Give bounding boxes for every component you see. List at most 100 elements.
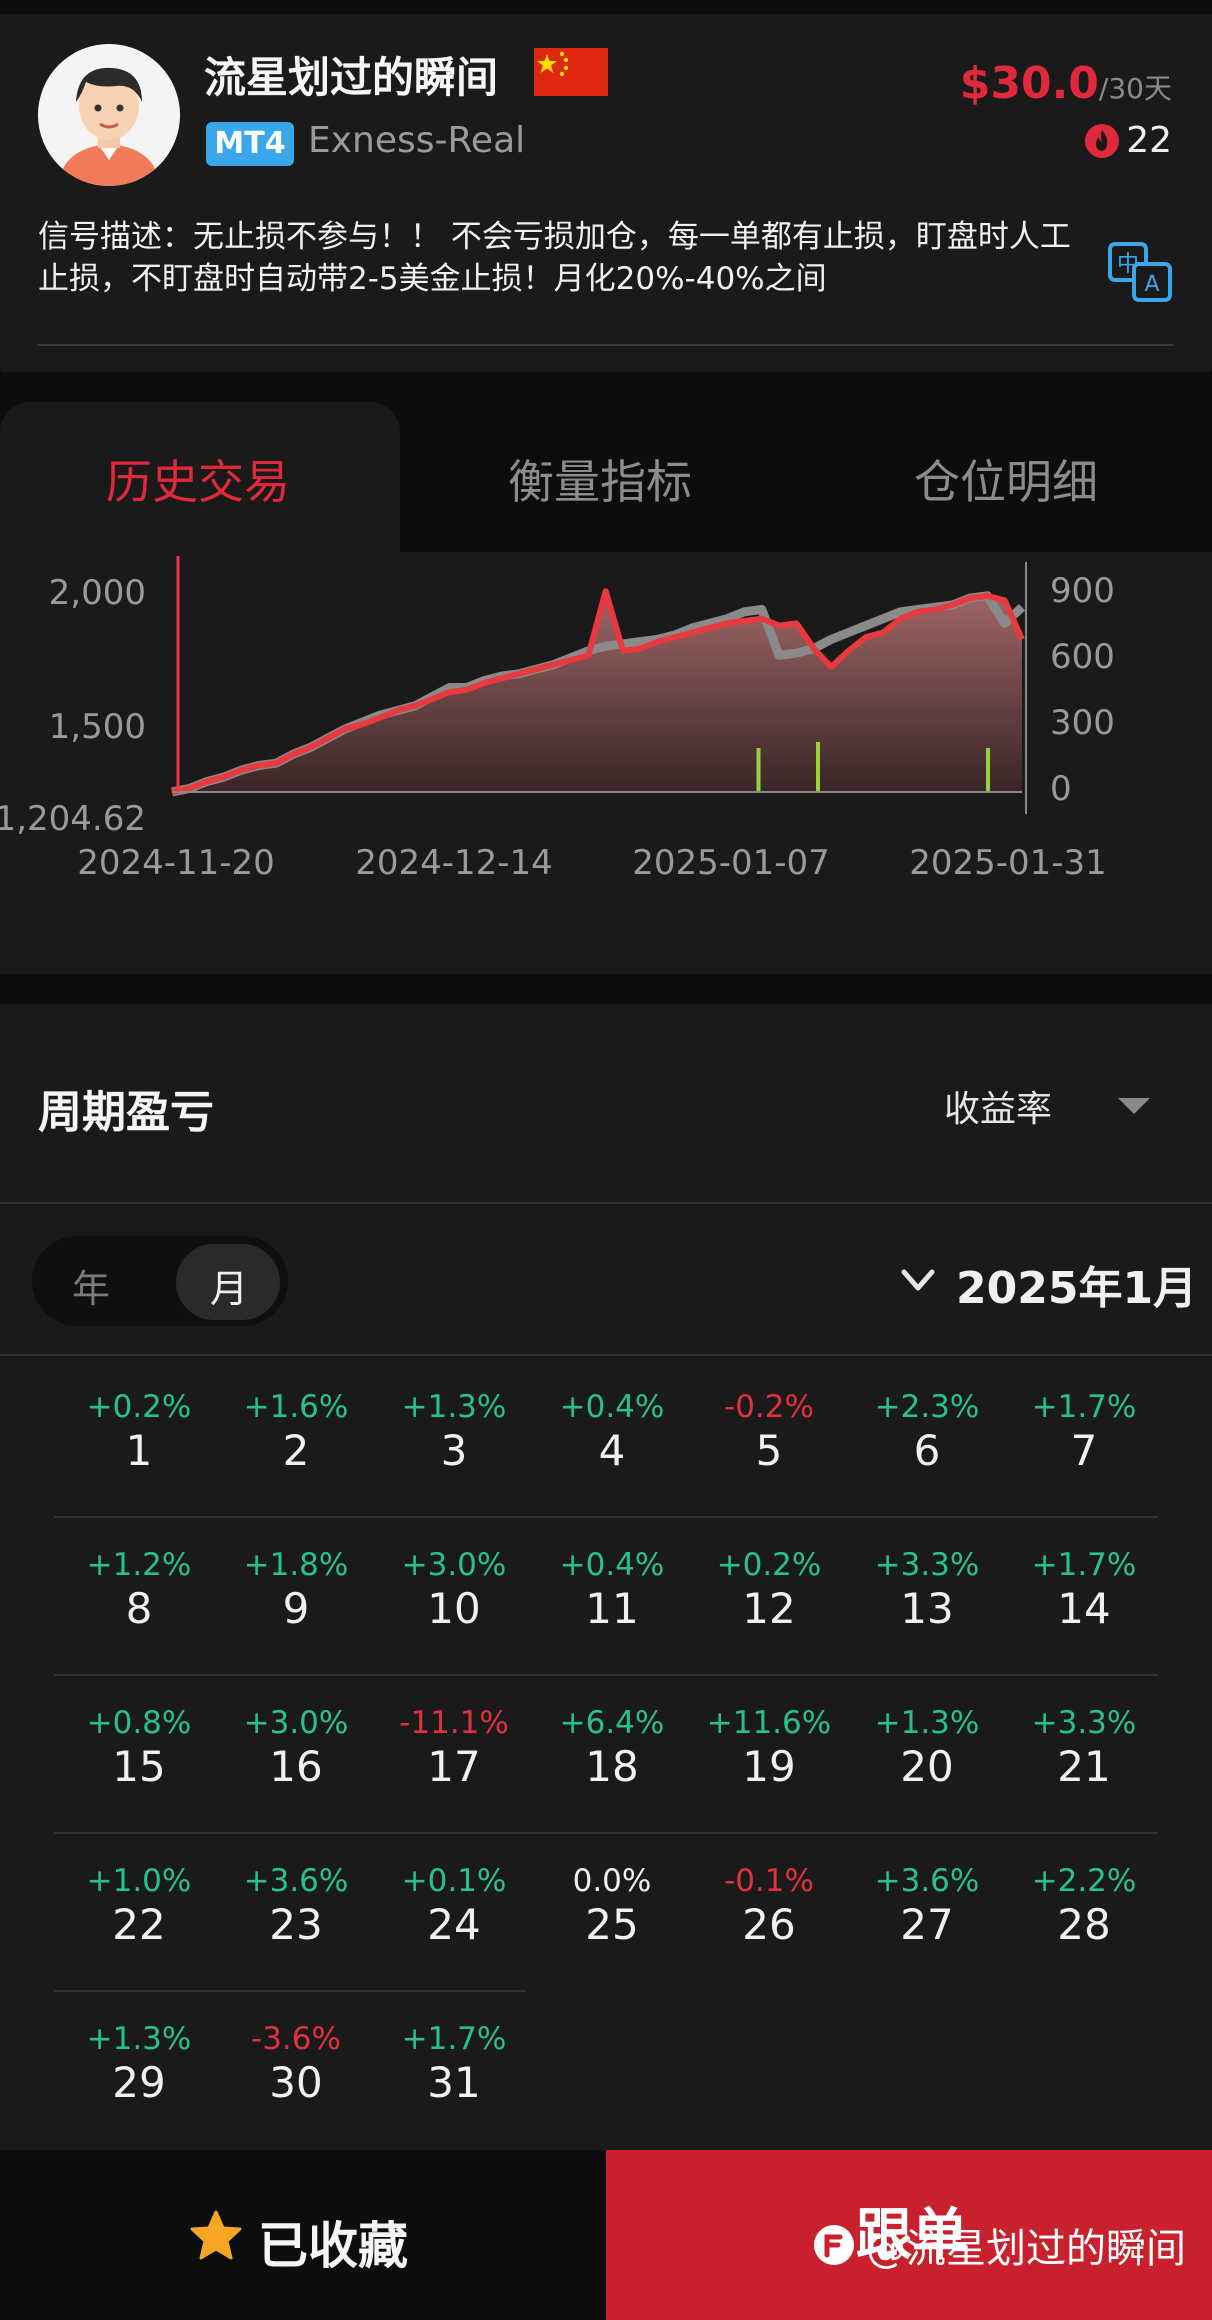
- day-number: 10: [427, 1584, 481, 1633]
- y-left-tick-label: 1,500: [49, 707, 146, 747]
- row-divider: [54, 1990, 526, 1992]
- calendar-day-cell[interactable]: +2.3% 6: [849, 1388, 1005, 1476]
- translate-icon[interactable]: 中 A: [1106, 240, 1174, 304]
- day-return: +6.4%: [559, 1705, 665, 1741]
- day-return: +1.3%: [874, 1705, 980, 1741]
- price-value: $30.0: [959, 58, 1099, 109]
- day-number: 22: [112, 1900, 166, 1949]
- day-number: 27: [900, 1900, 954, 1949]
- day-number: 15: [112, 1742, 166, 1791]
- tab-metrics[interactable]: 衡量指标: [508, 446, 692, 512]
- day-number: 16: [269, 1742, 323, 1791]
- calendar-day-cell[interactable]: +1.8% 9: [218, 1546, 374, 1634]
- row-divider: [54, 1832, 1158, 1834]
- day-number: 29: [112, 2058, 166, 2107]
- chevron-down-icon[interactable]: [898, 1260, 938, 1300]
- caret-down-icon[interactable]: [1118, 1098, 1150, 1114]
- svg-text:A: A: [1144, 272, 1159, 297]
- broker-name: Exness-Real: [308, 120, 526, 161]
- calendar-day-cell[interactable]: +3.6% 27: [849, 1862, 1005, 1950]
- calendar-day-cell[interactable]: +1.3% 20: [849, 1704, 1005, 1792]
- calendar-day-cell[interactable]: +1.7% 14: [1006, 1546, 1162, 1634]
- day-number: 23: [269, 1900, 323, 1949]
- day-return: -0.1%: [724, 1863, 814, 1899]
- day-number: 20: [900, 1742, 954, 1791]
- favorite-label: 已收藏: [258, 2217, 408, 2275]
- avatar[interactable]: [38, 44, 180, 186]
- day-number: 4: [598, 1426, 626, 1475]
- day-number: 12: [742, 1584, 796, 1633]
- calendar-day-cell[interactable]: -0.1% 26: [691, 1862, 847, 1950]
- tab-positions[interactable]: 仓位明细: [914, 446, 1098, 512]
- day-return: +1.3%: [401, 1389, 507, 1425]
- toggle-year[interactable]: 年: [72, 1258, 110, 1313]
- calendar-day-cell[interactable]: +1.6% 2: [218, 1388, 374, 1476]
- day-number: 13: [900, 1584, 954, 1633]
- calendar-day-cell[interactable]: +0.4% 4: [534, 1388, 690, 1476]
- day-number: 21: [1057, 1742, 1111, 1791]
- day-return: +2.2%: [1031, 1863, 1137, 1899]
- calendar-day-cell[interactable]: -0.2% 5: [691, 1388, 847, 1476]
- calendar-day-cell[interactable]: +1.2% 8: [61, 1546, 217, 1634]
- calendar-day-cell[interactable]: +1.0% 22: [61, 1862, 217, 1950]
- y-right-tick-label: 300: [1050, 703, 1115, 743]
- calendar-day-cell[interactable]: +3.0% 16: [218, 1704, 374, 1792]
- calendar-day-cell[interactable]: 0.0% 25: [534, 1862, 690, 1950]
- day-number: 19: [742, 1742, 796, 1791]
- day-return: -11.1%: [399, 1705, 509, 1741]
- fans-number: 22: [1126, 120, 1172, 161]
- signal-profile-card: 流星划过的瞬间 MT4 Exness-Real $30.0/30天 22 信号描…: [0, 14, 1212, 372]
- calendar-day-cell[interactable]: +1.7% 7: [1006, 1388, 1162, 1476]
- fire-icon: [1085, 123, 1120, 158]
- calendar-day-cell[interactable]: +1.3% 29: [61, 2020, 217, 2108]
- x-tick-label: 2025-01-07: [632, 843, 830, 883]
- subscription-price: $30.0/30天: [960, 58, 1172, 109]
- y-right-tick-label: 0: [1050, 769, 1072, 809]
- equity-chart-svg: 2,000 1,500 1,204.62 900 600 300 0 2024-11-20 20…: [0, 556, 1115, 883]
- calendar-day-cell[interactable]: +6.4% 18: [534, 1704, 690, 1792]
- tab-bar: 历史交易 衡量指标 仓位明细: [0, 402, 1212, 560]
- calendar-day-cell[interactable]: +0.2% 12: [691, 1546, 847, 1634]
- calendar-day-cell[interactable]: +11.6% 19: [691, 1704, 847, 1792]
- day-return: +0.2%: [716, 1547, 822, 1583]
- metric-select[interactable]: 收益率: [944, 1080, 1052, 1132]
- platform-badge: MT4: [206, 122, 294, 166]
- day-return: +2.3%: [874, 1389, 980, 1425]
- toggle-month[interactable]: 月: [210, 1258, 248, 1313]
- equity-chart[interactable]: 2,000 1,500 1,204.62 900 600 300 0 2024-11-20 20…: [0, 552, 1212, 974]
- calendar-day-cell[interactable]: +1.3% 3: [376, 1388, 532, 1476]
- top-strip: [0, 0, 1212, 14]
- day-return: +0.8%: [86, 1705, 192, 1741]
- x-tick-label: 2024-12-14: [355, 843, 553, 883]
- china-flag-icon: [534, 48, 608, 96]
- day-number: 24: [427, 1900, 481, 1949]
- calendar-day-cell[interactable]: +1.7% 31: [376, 2020, 532, 2108]
- calendar-day-cell[interactable]: +2.2% 28: [1006, 1862, 1162, 1950]
- calendar-day-cell[interactable]: +0.1% 24: [376, 1862, 532, 1950]
- fans-count: 22: [1084, 120, 1172, 161]
- day-return: +1.0%: [86, 1863, 192, 1899]
- calendar-day-cell[interactable]: -11.1% 17: [376, 1704, 532, 1792]
- day-return: +1.8%: [243, 1547, 349, 1583]
- y-right-tick-label: 900: [1050, 571, 1115, 611]
- calendar-day-cell[interactable]: +3.0% 10: [376, 1546, 532, 1634]
- tab-history-trades[interactable]: 历史交易: [106, 446, 290, 512]
- month-picker[interactable]: 2025年1月: [956, 1252, 1197, 1316]
- day-number: 30: [269, 2058, 323, 2107]
- calendar-day-cell[interactable]: +3.6% 23: [218, 1862, 374, 1950]
- signal-description: 信号描述：无止损不参与！！ 不会亏损加仓，每一单都有止损，盯盘时人工止损，不盯盘…: [38, 219, 1071, 297]
- day-number: 25: [585, 1900, 639, 1949]
- day-number: 6: [913, 1426, 941, 1475]
- calendar-day-cell[interactable]: +0.2% 1: [61, 1388, 217, 1476]
- day-return: +1.6%: [243, 1389, 349, 1425]
- day-number: 9: [282, 1584, 310, 1633]
- calendar-day-cell[interactable]: +3.3% 13: [849, 1546, 1005, 1634]
- day-return: +3.6%: [243, 1863, 349, 1899]
- calendar-day-cell[interactable]: -3.6% 30: [218, 2020, 374, 2108]
- day-return: +1.7%: [1031, 1389, 1137, 1425]
- calendar-day-cell[interactable]: +3.3% 21: [1006, 1704, 1162, 1792]
- x-tick-label: 2024-11-20: [77, 843, 275, 883]
- calendar-day-cell[interactable]: +0.8% 15: [61, 1704, 217, 1792]
- favorite-button[interactable]: 已收藏: [0, 2150, 606, 2320]
- calendar-day-cell[interactable]: +0.4% 11: [534, 1546, 690, 1634]
